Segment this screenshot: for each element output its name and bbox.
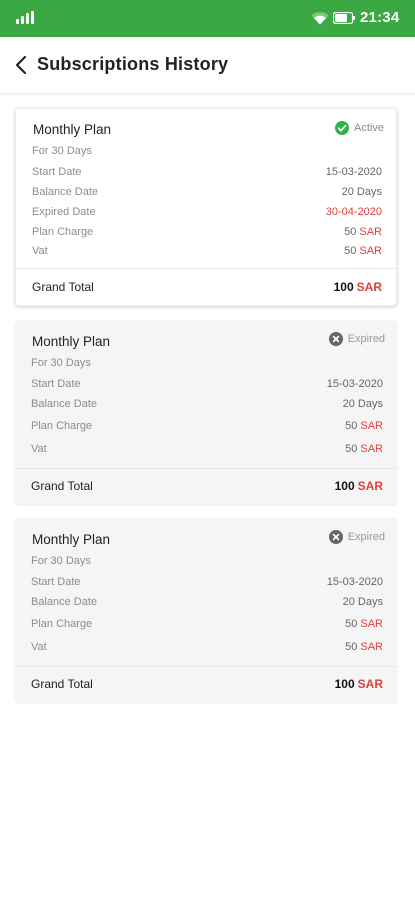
subscription-card[interactable]: Monthly Plan Expired For 30 Days Start D…: [15, 320, 397, 504]
start-date-value: 15-03-2020: [326, 378, 383, 390]
plan-charge-label: Plan Charge: [31, 420, 93, 432]
battery-icon: [333, 12, 355, 24]
currency: SAR: [359, 226, 382, 238]
vat-amount: 50: [345, 443, 358, 455]
duration-row: For 30 Days: [31, 357, 383, 373]
x-circle-icon: [328, 332, 343, 346]
expired-date-label: Expired Date: [32, 206, 96, 218]
expired-date-row: Expired Date 30-04-2020: [32, 206, 382, 222]
currency: SAR: [359, 245, 382, 257]
vat-value: 50 SAR: [345, 443, 383, 455]
status-text: Expired: [347, 531, 385, 543]
grand-total-label: Grand Total: [32, 280, 94, 294]
grand-total-value: 100 SAR: [335, 479, 383, 493]
balance-date-row: Balance Date 20 Days: [31, 596, 383, 612]
balance-date-row: Balance Date 20 Days: [31, 398, 383, 414]
currency: SAR: [357, 479, 383, 493]
currency: SAR: [356, 280, 382, 294]
start-date-row: Start Date 15-03-2020: [32, 166, 382, 182]
balance-date-value: 20 Days: [342, 398, 383, 410]
total-amount: 100: [334, 677, 355, 691]
balance-date-label: Balance Date: [32, 186, 99, 198]
status-text: Active: [354, 122, 384, 134]
duration-label: For 30 Days: [31, 555, 91, 567]
vat-value: 50 SAR: [344, 245, 382, 257]
vat-value: 50 SAR: [345, 641, 383, 653]
plan-charge-label: Plan Charge: [31, 618, 93, 630]
start-date-label: Start Date: [32, 166, 82, 178]
balance-date-value: 20 Days: [342, 596, 383, 608]
plan-name: Monthly Plan: [33, 122, 112, 137]
duration-row: For 30 Days: [31, 555, 383, 571]
vat-amount: 50: [345, 641, 358, 653]
clock: 21:34: [360, 9, 400, 26]
app-header: Subscriptions History: [0, 37, 415, 93]
grand-total-row: Grand Total 100 SAR: [31, 479, 383, 497]
grand-total-row: Grand Total 100 SAR: [32, 280, 382, 298]
currency: SAR: [360, 420, 383, 432]
start-date-value: 15-03-2020: [325, 166, 382, 178]
vat-label: Vat: [31, 443, 47, 455]
status-text: Expired: [347, 333, 385, 345]
start-date-value: 15-03-2020: [326, 576, 383, 588]
duration-label: For 30 Days: [32, 145, 92, 157]
divider: [15, 468, 397, 469]
balance-date-label: Balance Date: [31, 398, 98, 410]
plan-charge-value: 50 SAR: [345, 618, 383, 630]
plan-charge-row: Plan Charge 50 SAR: [31, 420, 383, 436]
plan-name: Monthly Plan: [32, 334, 111, 349]
grand-total-label: Grand Total: [31, 677, 93, 691]
expired-date-value: 30-04-2020: [325, 206, 382, 218]
plan-charge-value: 50 SAR: [344, 226, 382, 238]
divider: [15, 666, 397, 667]
charge-amount: 50: [345, 618, 358, 630]
currency: SAR: [360, 641, 383, 653]
vat-label: Vat: [31, 641, 47, 653]
grand-total-value: 100 SAR: [334, 280, 382, 294]
balance-date-value: 20 Days: [341, 186, 382, 198]
status-badge: Active: [335, 121, 384, 135]
currency: SAR: [357, 677, 383, 691]
vat-row: Vat 50 SAR: [31, 641, 383, 657]
status-badge: Expired: [328, 530, 385, 544]
divider: [16, 268, 396, 269]
start-date-label: Start Date: [31, 576, 81, 588]
vat-amount: 50: [344, 245, 357, 257]
status-badge: Expired: [328, 332, 385, 346]
start-date-row: Start Date 15-03-2020: [31, 378, 383, 394]
vat-label: Vat: [32, 245, 48, 257]
charge-amount: 50: [344, 226, 357, 238]
grand-total-value: 100 SAR: [335, 677, 383, 691]
x-circle-icon: [328, 530, 343, 544]
wifi-icon: [311, 11, 329, 25]
signal-icon: [16, 11, 34, 24]
charge-amount: 50: [345, 420, 358, 432]
start-date-label: Start Date: [31, 378, 81, 390]
status-bar: 21:34: [0, 0, 415, 37]
plan-charge-label: Plan Charge: [32, 226, 94, 238]
plan-charge-row: Plan Charge 50 SAR: [31, 618, 383, 634]
check-circle-icon: [335, 121, 350, 135]
currency: SAR: [360, 443, 383, 455]
chevron-left-icon[interactable]: [12, 54, 32, 76]
start-date-row: Start Date 15-03-2020: [31, 576, 383, 592]
total-amount: 100: [334, 479, 355, 493]
subscription-card[interactable]: Monthly Plan Expired For 30 Days Start D…: [15, 518, 397, 702]
balance-date-label: Balance Date: [31, 596, 98, 608]
vat-row: Vat 50 SAR: [31, 443, 383, 459]
total-amount: 100: [333, 280, 354, 294]
plan-charge-value: 50 SAR: [345, 420, 383, 432]
balance-date-row: Balance Date 20 Days: [32, 186, 382, 202]
duration-row: For 30 Days: [32, 145, 382, 161]
vat-row: Vat 50 SAR: [32, 245, 382, 261]
plan-name: Monthly Plan: [32, 532, 111, 547]
page-title: Subscriptions History: [37, 54, 229, 74]
subscription-card[interactable]: Monthly Plan Active For 30 Days Start Da…: [15, 108, 397, 306]
plan-charge-row: Plan Charge 50 SAR: [32, 226, 382, 242]
duration-label: For 30 Days: [31, 357, 91, 369]
grand-total-label: Grand Total: [31, 479, 93, 493]
currency: SAR: [360, 618, 383, 630]
grand-total-row: Grand Total 100 SAR: [31, 677, 383, 695]
